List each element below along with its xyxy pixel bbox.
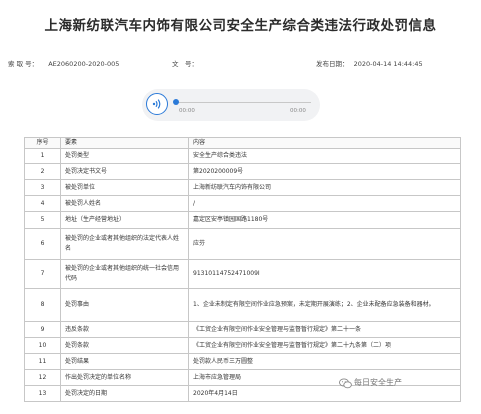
row-item: 地址（生产经营地址） bbox=[60, 211, 189, 229]
table-row: 8 处罚事由 1、企业未制定有限空间作业应急预案，未定期开展演练；2、企业未配备… bbox=[24, 288, 461, 322]
header-content: 内容 bbox=[188, 137, 461, 149]
row-number: 6 bbox=[24, 228, 61, 260]
table-row: 11 处罚结果 处罚款人民币三万圆整 bbox=[24, 353, 461, 370]
row-number: 1 bbox=[24, 148, 61, 164]
progress-track[interactable] bbox=[175, 102, 311, 103]
row-number: 2 bbox=[24, 163, 61, 180]
date-value: 2020-04-14 14:44:45 bbox=[353, 60, 423, 68]
index-number: 索 取 号： AE2060200-2020-005 bbox=[8, 58, 119, 68]
table-row: 10 处罚条款 《工贸企业有限空间作业安全管理与监督暂行规定》第二十九条第（二）… bbox=[24, 337, 461, 354]
table-row: 1 处罚类型 安全生产综合类违法 bbox=[24, 148, 461, 164]
row-item: 处罚决定书文号 bbox=[60, 163, 189, 180]
wechat-icon bbox=[339, 378, 352, 389]
watermark-text: 每日安全生产 bbox=[354, 378, 402, 387]
row-content: 2020年4月14日 bbox=[188, 385, 461, 402]
row-content: 1、企业未制定有限空间作业应急预案，未定期开展演练；2、企业未配备应急装备和器材… bbox=[188, 288, 461, 322]
row-content: 处罚款人民币三万圆整 bbox=[188, 353, 461, 370]
table-row: 9 违反条款 《工贸企业有限空间作业安全管理与监督暂行规定》第二十一条 bbox=[24, 321, 461, 338]
row-item: 被处罚人姓名 bbox=[60, 195, 189, 212]
table-header-row: 序号 要素 内容 bbox=[24, 137, 461, 149]
row-item: 处罚事由 bbox=[60, 288, 189, 322]
row-content: 《工贸企业有限空间作业安全管理与监督暂行规定》第二十九条第（二）项 bbox=[188, 337, 461, 354]
row-content: 嘉定区安亭镇园国路1180号 bbox=[188, 211, 461, 229]
row-number: 8 bbox=[24, 288, 61, 322]
progress-knob[interactable] bbox=[173, 99, 179, 105]
table-row: 6 被处罚的企业或者其他组织的法定代表人姓名 应芬 bbox=[24, 228, 461, 260]
table-row: 4 被处罚人姓名 / bbox=[24, 195, 461, 212]
row-number: 12 bbox=[24, 369, 61, 386]
row-item: 处罚类型 bbox=[60, 148, 189, 164]
row-number: 13 bbox=[24, 385, 61, 402]
row-content: 应芬 bbox=[188, 228, 461, 260]
row-content: 上海新纺联汽车内饰有限公司 bbox=[188, 179, 461, 196]
row-number: 3 bbox=[24, 179, 61, 196]
row-number: 9 bbox=[24, 321, 61, 338]
row-item: 作出处罚决定的单位名称 bbox=[60, 369, 189, 386]
row-item: 处罚条款 bbox=[60, 337, 189, 354]
row-number: 5 bbox=[24, 211, 61, 229]
row-number: 10 bbox=[24, 337, 61, 354]
row-content: 91310114752471009I bbox=[188, 259, 461, 289]
row-item: 被处罚的企业或者其他组织的法定代表人姓名 bbox=[60, 228, 189, 260]
row-item: 被处罚单位 bbox=[60, 179, 189, 196]
row-content: 安全生产综合类违法 bbox=[188, 148, 461, 164]
table-row: 3 被处罚单位 上海新纺联汽车内饰有限公司 bbox=[24, 179, 461, 196]
row-content: 上海市应急管理局 bbox=[188, 369, 461, 386]
header-item: 要素 bbox=[60, 137, 189, 149]
page-title: 上海新纺联汽车内饰有限公司安全生产综合类违法行政处罚信息 bbox=[44, 18, 437, 34]
play-button[interactable] bbox=[146, 93, 168, 115]
table-row: 7 被处罚的企业或者其他组织的统一社会信用代码 9131011475247100… bbox=[24, 259, 461, 289]
row-item: 被处罚的企业或者其他组织的统一社会信用代码 bbox=[60, 259, 189, 289]
row-item: 处罚结果 bbox=[60, 353, 189, 370]
table-row: 5 地址（生产经营地址） 嘉定区安亭镇园国路1180号 bbox=[24, 211, 461, 229]
row-number: 4 bbox=[24, 195, 61, 212]
penalty-table: 序号 要素 内容 1 处罚类型 安全生产综合类违法 2 处罚决定书文号 第202… bbox=[24, 137, 461, 402]
current-time: 00:00 bbox=[179, 108, 195, 114]
document-number: 文 号： bbox=[172, 58, 198, 68]
row-content: 《工贸企业有限空间作业安全管理与监督暂行规定》第二十一条 bbox=[188, 321, 461, 338]
index-label: 索 取 号： bbox=[8, 60, 39, 68]
row-item: 违反条款 bbox=[60, 321, 189, 338]
row-item: 处罚决定的日期 bbox=[60, 385, 189, 402]
doc-label: 文 号： bbox=[172, 60, 198, 68]
header-no: 序号 bbox=[24, 137, 61, 149]
row-number: 11 bbox=[24, 353, 61, 370]
sound-wave-icon bbox=[152, 99, 161, 109]
table-row: 2 处罚决定书文号 第2020200009号 bbox=[24, 163, 461, 180]
row-content: 第2020200009号 bbox=[188, 163, 461, 180]
index-value: AE2060200-2020-005 bbox=[48, 60, 120, 68]
row-content: / bbox=[188, 195, 461, 212]
total-time: 00:00 bbox=[290, 108, 306, 114]
date-label: 发布日期： bbox=[316, 60, 349, 68]
row-number: 7 bbox=[24, 259, 61, 289]
audio-player: 00:00 00:00 bbox=[142, 89, 320, 121]
publish-date: 发布日期： 2020-04-14 14:44:45 bbox=[316, 58, 423, 68]
